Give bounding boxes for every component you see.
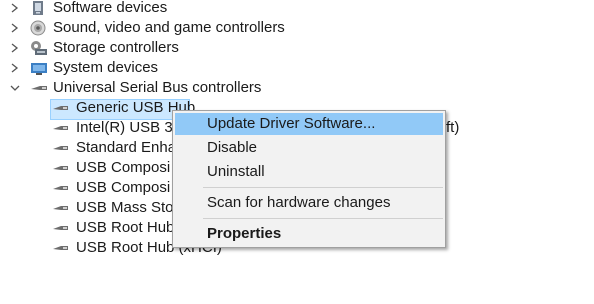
tree-item-label: USB Root Hub [76, 219, 175, 236]
menu-item-properties[interactable]: Properties [175, 223, 443, 245]
tree-item-system-devices[interactable]: System devices [0, 58, 594, 78]
menu-item-scan-hardware[interactable]: Scan for hardware changes [175, 192, 443, 214]
usb-device-icon [52, 221, 70, 235]
usb-device-icon [52, 101, 70, 115]
speaker-icon [30, 20, 48, 36]
menu-item-update-driver[interactable]: Update Driver Software... [175, 113, 443, 135]
tree-item-label: USB Mass Sto [76, 199, 174, 216]
tree-item-label-tail: ft) [446, 119, 460, 136]
tree-item-label: Software devices [53, 0, 168, 16]
tree-item-label: Storage controllers [53, 39, 179, 56]
usb-device-icon [52, 121, 70, 135]
chevron-right-icon[interactable] [8, 38, 22, 58]
usb-device-icon [52, 161, 70, 175]
menu-item-label: Disable [207, 139, 258, 156]
chevron-right-icon[interactable] [8, 0, 22, 18]
tree-item-label: Sound, video and game controllers [53, 19, 285, 36]
usb-device-icon [52, 241, 70, 255]
tree-item-usb-controllers[interactable]: Universal Serial Bus controllers [0, 78, 594, 98]
software-devices-icon [30, 0, 48, 16]
tree-item-label: Standard Enha [76, 139, 177, 156]
chevron-right-icon[interactable] [8, 18, 22, 38]
menu-separator [203, 187, 443, 188]
tree-item-label: USB Composi [76, 159, 171, 176]
device-manager-tree-view: Software devices Sound, video and game c… [0, 0, 594, 304]
chevron-down-icon[interactable] [8, 78, 22, 98]
menu-item-label: Properties [207, 225, 282, 242]
usb-device-icon [52, 141, 70, 155]
system-devices-icon [30, 60, 48, 76]
tree-item-label: Intel(R) USB 3 [76, 119, 173, 136]
usb-device-icon [52, 181, 70, 195]
chevron-right-icon[interactable] [8, 58, 22, 78]
menu-item-label: Scan for hardware changes [207, 194, 391, 211]
tree-item-sound-video-game[interactable]: Sound, video and game controllers [0, 18, 594, 38]
menu-item-uninstall[interactable]: Uninstall [175, 161, 443, 183]
storage-controller-icon [30, 40, 48, 56]
tree-item-label: USB Composi [76, 179, 171, 196]
tree-item-software-devices[interactable]: Software devices [0, 0, 594, 18]
tree-item-storage-controllers[interactable]: Storage controllers [0, 38, 594, 58]
menu-item-label: Uninstall [207, 163, 265, 180]
menu-separator [203, 218, 443, 219]
menu-item-label: Update Driver Software... [207, 115, 376, 132]
context-menu: Update Driver Software... Disable Uninst… [172, 110, 446, 248]
tree-item-label: Universal Serial Bus controllers [53, 79, 262, 96]
tree-item-label: System devices [53, 59, 159, 76]
usb-device-icon [52, 201, 70, 215]
menu-item-disable[interactable]: Disable [175, 137, 443, 159]
usb-icon [30, 80, 48, 96]
